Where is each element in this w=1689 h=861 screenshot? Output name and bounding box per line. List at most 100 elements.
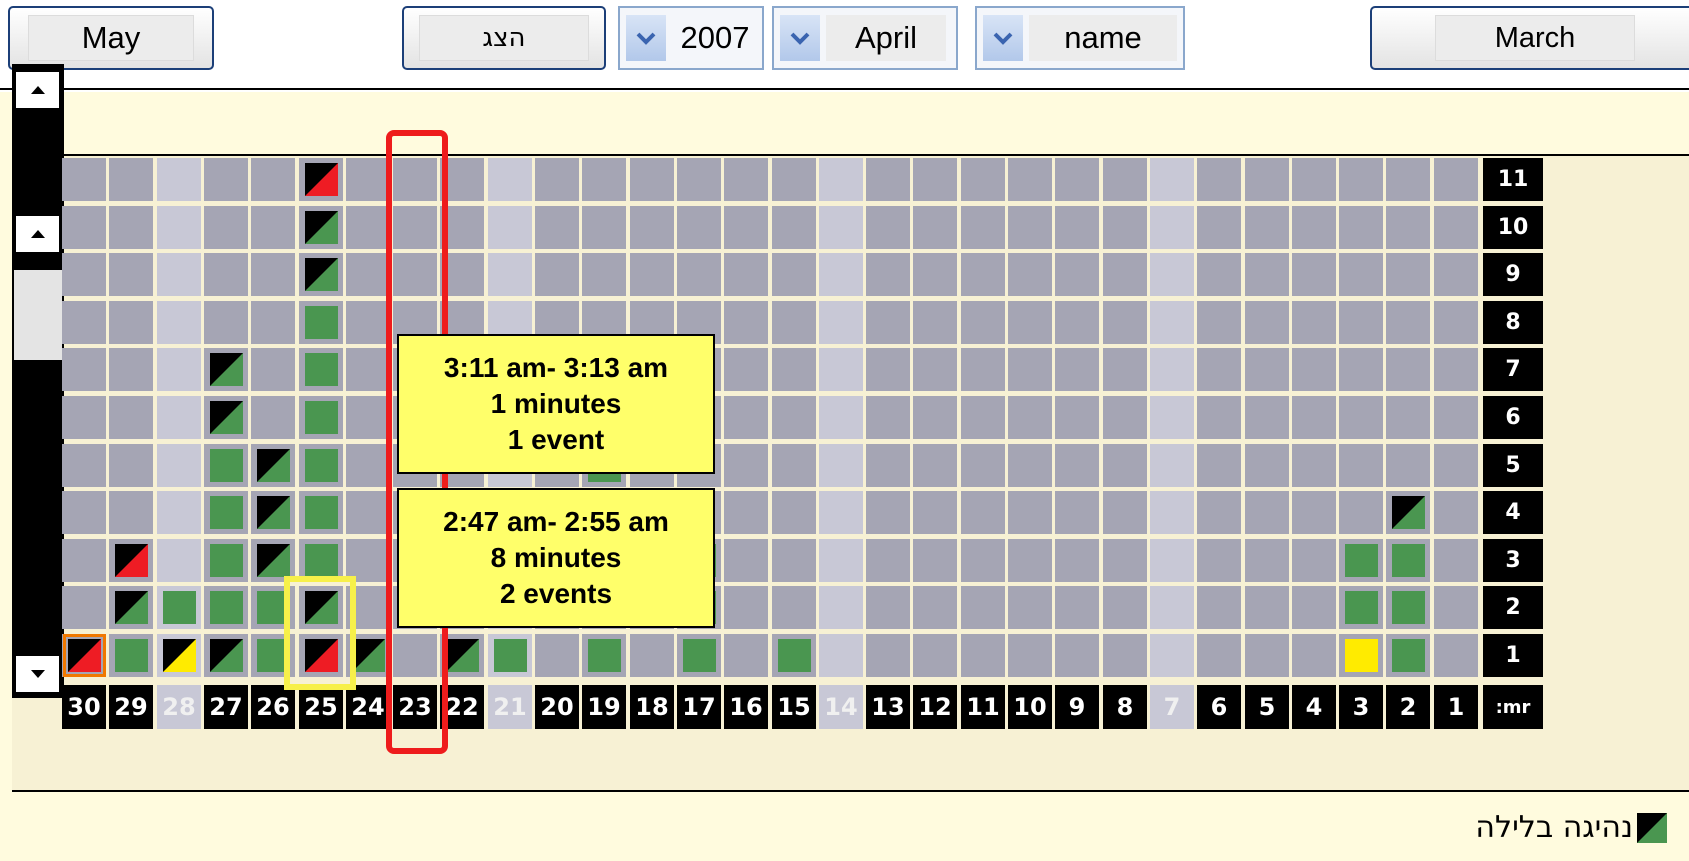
show-button[interactable]: הצג [402, 6, 606, 70]
grid-cell[interactable] [1008, 634, 1052, 677]
grid-cell[interactable] [866, 444, 910, 487]
grid-cell[interactable] [251, 158, 295, 201]
grid-cell[interactable] [961, 634, 1005, 677]
grid-cell[interactable] [1197, 539, 1241, 582]
grid-cell[interactable] [866, 586, 910, 629]
grid-cell[interactable] [157, 348, 201, 391]
grid-cell[interactable] [630, 253, 674, 296]
day-label[interactable]: 2 [1386, 685, 1430, 729]
grid-cell[interactable] [1434, 253, 1478, 296]
event-mark-green[interactable] [305, 306, 338, 339]
grid-cell[interactable] [677, 253, 721, 296]
grid-cell[interactable] [819, 396, 863, 439]
grid-cell[interactable] [1103, 491, 1147, 534]
grid-cell[interactable] [1197, 586, 1241, 629]
year-select[interactable]: 2007 [618, 6, 764, 70]
grid-cell[interactable] [724, 348, 768, 391]
grid-cell[interactable] [677, 206, 721, 249]
grid-cell[interactable] [819, 539, 863, 582]
grid-cell[interactable] [819, 158, 863, 201]
event-mark-green[interactable] [494, 639, 527, 672]
grid-cell[interactable] [1103, 158, 1147, 201]
grid-cell[interactable] [1103, 586, 1147, 629]
event-mark-green-night[interactable] [1392, 496, 1425, 529]
event-mark-green[interactable] [1345, 544, 1378, 577]
grid-cell[interactable] [819, 348, 863, 391]
grid-cell[interactable] [62, 158, 106, 201]
grid-cell[interactable] [1150, 301, 1194, 344]
grid-cell[interactable] [1055, 301, 1099, 344]
grid-cell[interactable] [772, 444, 816, 487]
event-mark-red-night[interactable] [305, 163, 338, 196]
grid-cell[interactable] [582, 253, 626, 296]
grid-cell[interactable] [772, 491, 816, 534]
day-label[interactable]: 7 [1150, 685, 1194, 729]
grid-cell[interactable] [1339, 206, 1383, 249]
grid-cell[interactable] [157, 539, 201, 582]
grid-cell[interactable] [1339, 301, 1383, 344]
event-mark-green-night[interactable] [352, 639, 385, 672]
grid-cell[interactable] [1055, 253, 1099, 296]
grid-cell[interactable] [1150, 253, 1194, 296]
day-label[interactable]: 26 [251, 685, 295, 729]
grid-cell[interactable] [346, 301, 390, 344]
event-mark-green[interactable] [210, 449, 243, 482]
grid-cell[interactable] [1339, 158, 1383, 201]
grid-cell[interactable] [819, 301, 863, 344]
grid-cell[interactable] [1245, 396, 1289, 439]
grid-cell[interactable] [488, 158, 532, 201]
grid-cell[interactable] [913, 301, 957, 344]
grid-cell[interactable] [913, 206, 957, 249]
grid-cell[interactable] [724, 586, 768, 629]
grid-cell[interactable] [677, 158, 721, 201]
grid-cell[interactable] [1008, 206, 1052, 249]
day-label[interactable]: 5 [1245, 685, 1289, 729]
grid-cell[interactable] [866, 206, 910, 249]
grid-cell[interactable] [1103, 348, 1147, 391]
grid-cell[interactable] [109, 253, 153, 296]
grid-cell[interactable] [62, 348, 106, 391]
grid-cell[interactable] [1292, 539, 1336, 582]
event-mark-green[interactable] [305, 449, 338, 482]
grid-cell[interactable] [535, 253, 579, 296]
grid-cell[interactable] [630, 634, 674, 677]
scroll-up-button-inner[interactable] [14, 214, 61, 254]
name-select[interactable]: name [975, 6, 1185, 70]
event-mark-green-night[interactable] [257, 544, 290, 577]
event-mark-green-night[interactable] [257, 449, 290, 482]
day-scrollbar[interactable] [12, 64, 64, 698]
grid-cell[interactable] [109, 491, 153, 534]
grid-cell[interactable] [1055, 396, 1099, 439]
grid-cell[interactable] [1292, 348, 1336, 391]
grid-cell[interactable] [535, 158, 579, 201]
day-label[interactable]: 10 [1008, 685, 1052, 729]
grid-cell[interactable] [1150, 586, 1194, 629]
grid-cell[interactable] [251, 206, 295, 249]
grid-cell[interactable] [1008, 253, 1052, 296]
grid-cell[interactable] [1103, 206, 1147, 249]
grid-cell[interactable] [1008, 586, 1052, 629]
day-label[interactable]: 27 [204, 685, 248, 729]
grid-cell[interactable] [866, 158, 910, 201]
grid-cell[interactable] [1386, 444, 1430, 487]
grid-cell[interactable] [1245, 253, 1289, 296]
grid-cell[interactable] [1434, 491, 1478, 534]
grid-cell[interactable] [724, 253, 768, 296]
grid-cell[interactable] [819, 491, 863, 534]
grid-cell[interactable] [1150, 206, 1194, 249]
grid-cell[interactable] [535, 634, 579, 677]
event-mark-green[interactable] [305, 496, 338, 529]
grid-cell[interactable] [1055, 206, 1099, 249]
grid-cell[interactable] [724, 396, 768, 439]
grid-cell[interactable] [772, 396, 816, 439]
grid-cell[interactable] [251, 396, 295, 439]
day-label[interactable]: 8 [1103, 685, 1147, 729]
grid-cell[interactable] [582, 158, 626, 201]
grid-cell[interactable] [1055, 348, 1099, 391]
grid-cell[interactable] [724, 491, 768, 534]
grid-cell[interactable] [1008, 444, 1052, 487]
grid-cell[interactable] [1103, 634, 1147, 677]
event-mark-green-night[interactable] [305, 211, 338, 244]
day-label[interactable]: 29 [109, 685, 153, 729]
grid-cell[interactable] [630, 206, 674, 249]
